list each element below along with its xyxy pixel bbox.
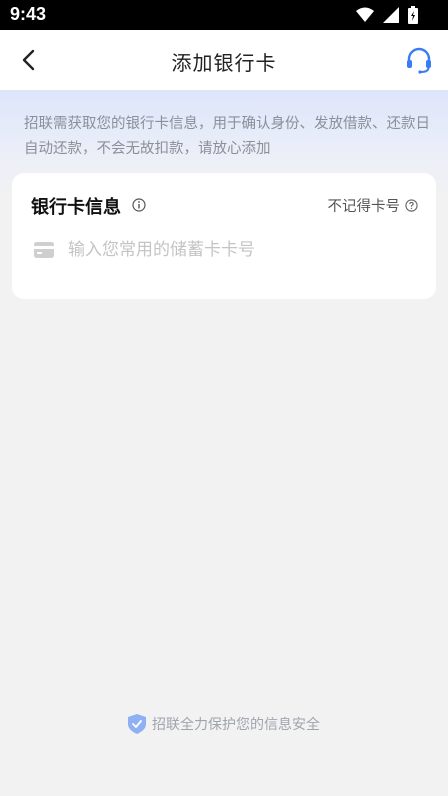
card-number-input[interactable] [68,235,408,265]
wifi-icon [356,7,374,22]
status-bar: 9:43 [0,0,448,30]
page-title: 添加银行卡 [171,51,277,75]
forgot-card-number-link[interactable]: 不记得卡号 [328,195,419,216]
forgot-card-number-label: 不记得卡号 [327,199,401,215]
card-section-title: 银行卡信息 [31,197,121,218]
headset-icon [407,47,431,74]
signal-icon [383,7,399,23]
security-note-text: 招联全力保护您的信息安全 [152,717,320,733]
nav-bar: 添加银行卡 [0,30,448,90]
status-time: 9:43 [10,4,47,24]
battery-icon [408,6,418,24]
customer-service-button[interactable] [404,45,434,75]
info-icon[interactable] [132,198,146,212]
security-note: 招联全力保护您的信息安全 [0,714,448,734]
bank-card-icon [34,242,54,258]
shield-check-icon [128,714,146,734]
bank-card-info-card: 银行卡信息 不记得卡号 [12,173,436,299]
card-number-row [34,235,418,265]
status-icons [356,6,418,24]
notice-text: 招联需获取您的银行卡信息，用于确认身份、发放借款、还款日自动还款，不会无故扣款，… [24,116,430,157]
help-icon [405,199,418,212]
